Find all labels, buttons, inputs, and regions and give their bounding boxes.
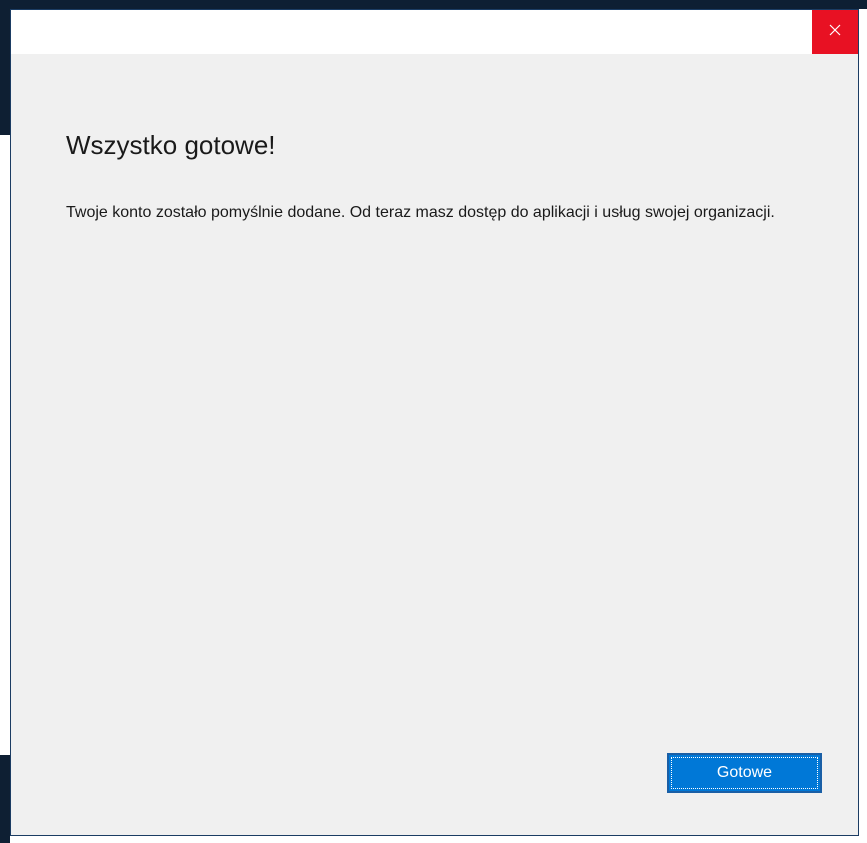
page-title: Wszystko gotowe!	[66, 130, 276, 160]
desktop-strip-top	[0, 0, 867, 9]
desktop-strip-left-bottom	[0, 755, 10, 843]
account-added-dialog: Wszystko gotowe! Twoje konto zostało pom…	[10, 9, 859, 836]
title-bar	[11, 10, 858, 54]
desktop-strip-left	[0, 0, 10, 135]
done-button[interactable]: Gotowe	[667, 753, 822, 793]
success-message: Twoje konto zostało pomyślnie dodane. Od…	[66, 204, 775, 221]
close-icon	[829, 23, 841, 41]
close-button[interactable]	[812, 10, 858, 54]
